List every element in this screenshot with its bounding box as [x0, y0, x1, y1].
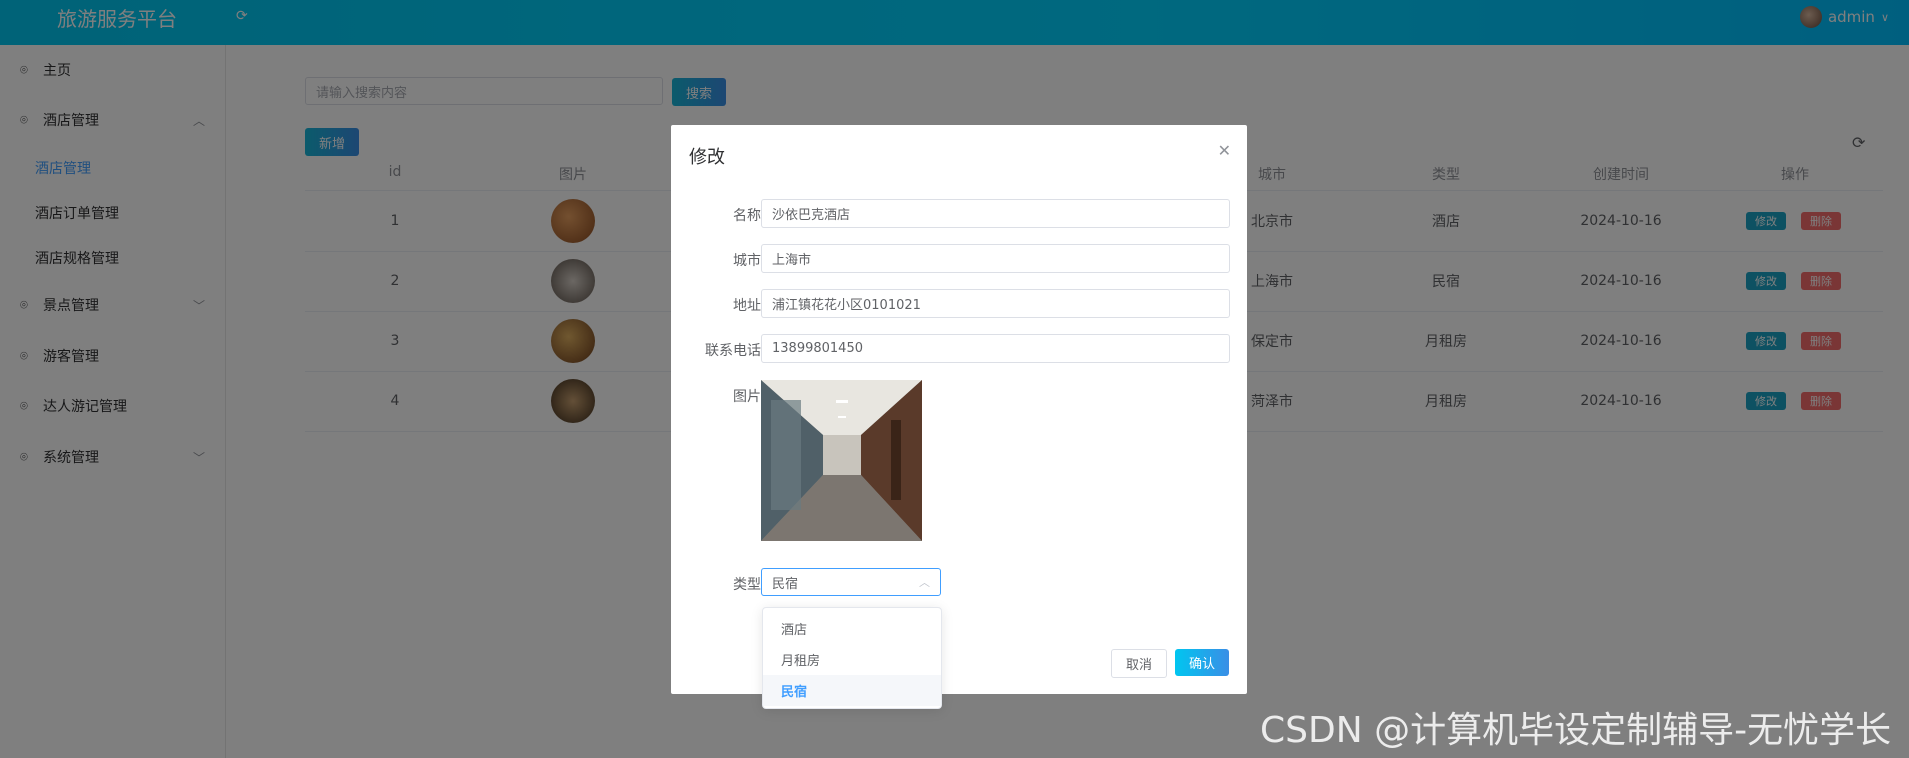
chevron-up-icon: ︿: [919, 576, 930, 589]
confirm-button[interactable]: 确认: [1175, 649, 1229, 676]
type-select-value: 民宿: [772, 576, 799, 592]
type-select[interactable]: 民宿 ︿: [761, 568, 941, 596]
address-label: 地址: [733, 298, 761, 314]
close-icon[interactable]: ✕: [1218, 141, 1231, 160]
image-label: 图片: [733, 389, 761, 405]
type-label: 类型: [733, 577, 761, 593]
hotel-corridor-image: [761, 380, 922, 541]
dropdown-option-monthly[interactable]: 月租房: [763, 644, 941, 675]
name-field[interactable]: 沙依巴克酒店: [761, 199, 1230, 228]
dropdown-option-hotel[interactable]: 酒店: [763, 613, 941, 644]
dropdown-option-homestay[interactable]: 民宿: [763, 675, 941, 706]
cancel-button[interactable]: 取消: [1111, 649, 1167, 678]
edit-dialog: 修改 ✕ 名称 沙依巴克酒店 城市 上海市 地址 浦江镇花花小区0101021 …: [671, 125, 1247, 694]
name-label: 名称: [733, 208, 761, 224]
watermark: CSDN @计算机毕设定制辅导-无忧学长: [1260, 710, 1892, 751]
city-label: 城市: [733, 253, 761, 269]
phone-field[interactable]: 13899801450: [761, 334, 1230, 363]
city-field[interactable]: 上海市: [761, 244, 1230, 273]
hotel-image-upload[interactable]: [761, 380, 922, 541]
type-dropdown: 酒店 月租房 民宿: [762, 607, 942, 709]
address-field[interactable]: 浦江镇花花小区0101021: [761, 289, 1230, 318]
dialog-title: 修改: [689, 147, 725, 168]
phone-label: 联系电话: [705, 343, 761, 359]
